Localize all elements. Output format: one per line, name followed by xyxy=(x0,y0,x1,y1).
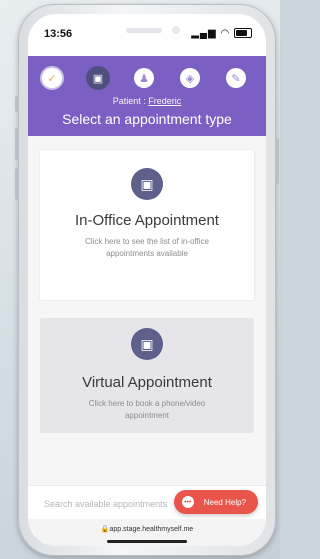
speaker xyxy=(126,28,162,33)
card-description: Click here to book a phone/video appoint… xyxy=(88,399,206,420)
step-indicator: ✓ ▣ ♟ ◈ ✎ xyxy=(28,62,266,94)
search-input[interactable] xyxy=(42,493,196,515)
appointment-header: ✓ ▣ ♟ ◈ ✎ Patient : Frederic Select an a… xyxy=(28,56,266,136)
status-icons: ▂▄▆ ◠ xyxy=(191,28,252,39)
step-insurance[interactable]: ◈ xyxy=(180,68,200,88)
page-title: Select an appointment type xyxy=(62,111,232,127)
phone-frame: 13:56 ▂▄▆ ◠ ✓ ▣ ♟ ◈ ✎ Patient: Frederic… xyxy=(15,4,279,556)
need-help-label: Need Help? xyxy=(203,497,246,507)
patient-name-link[interactable]: Frederic xyxy=(148,96,181,106)
check-icon: ✓ xyxy=(47,72,57,85)
volume-down-button xyxy=(15,168,19,200)
person-icon: ♟ xyxy=(139,72,149,85)
briefcase-icon: ▣ xyxy=(92,72,104,85)
mute-switch xyxy=(15,96,19,112)
patient-label: Patient : xyxy=(112,96,149,106)
volume-up-button xyxy=(15,128,19,160)
step-appointment-type[interactable]: ▣ xyxy=(86,66,110,90)
home-indicator[interactable] xyxy=(107,540,187,543)
briefcase-icon: ▣ xyxy=(131,328,163,360)
edit-icon: ✎ xyxy=(231,72,241,85)
step-confirm[interactable]: ✎ xyxy=(226,68,246,88)
card-title: Virtual Appointment xyxy=(82,374,212,391)
status-time: 13:56 xyxy=(44,28,73,40)
status-bar: 13:56 ▂▄▆ ◠ xyxy=(28,14,266,56)
patient-line: Patient : Frederic xyxy=(28,96,266,106)
step-patient[interactable]: ♟ xyxy=(134,68,154,88)
chat-icon: ••• xyxy=(181,496,194,508)
need-help-button[interactable]: ••• Need Help? xyxy=(173,490,258,514)
phone-screen: 13:56 ▂▄▆ ◠ ✓ ▣ ♟ ◈ ✎ Patient: Frederic… xyxy=(28,14,266,546)
briefcase-icon: ▣ xyxy=(131,168,163,200)
content-area: ▣ In-Office Appointment Click here to se… xyxy=(28,136,266,546)
front-camera xyxy=(172,26,180,34)
browser-url-bar: 🔒app.stage.healthmyself.me xyxy=(28,519,266,546)
lock-icon: 🔒 xyxy=(100,526,110,533)
search-bar: ••• Need Help? xyxy=(28,485,266,520)
power-button xyxy=(275,138,279,184)
card-description: Click here to see the list of in-office … xyxy=(85,237,209,258)
step-check-icon[interactable]: ✓ xyxy=(42,68,62,88)
wifi-icon: ◠ xyxy=(220,28,231,39)
notch xyxy=(92,20,202,42)
card-title: In-Office Appointment xyxy=(75,212,219,229)
url-text: app.stage.healthmyself.me xyxy=(109,526,194,533)
shield-icon: ◈ xyxy=(185,72,195,85)
in-office-appointment-card[interactable]: ▣ In-Office Appointment Click here to se… xyxy=(40,150,254,300)
battery-icon xyxy=(234,28,252,39)
virtual-appointment-card[interactable]: ▣ Virtual Appointment Click here to book… xyxy=(40,318,254,433)
signal-icon: ▂▄▆ xyxy=(191,28,217,39)
